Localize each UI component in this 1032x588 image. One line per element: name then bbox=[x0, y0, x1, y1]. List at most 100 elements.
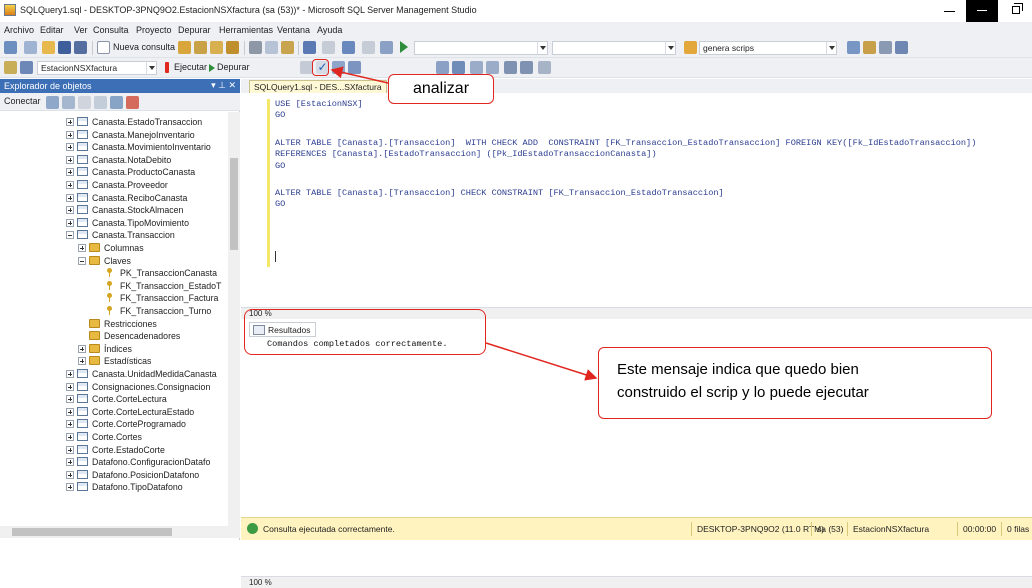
query-designer-icon[interactable] bbox=[348, 61, 361, 74]
menu-herramientas[interactable]: Herramientas bbox=[219, 25, 273, 35]
toolbox-icon[interactable] bbox=[879, 41, 892, 54]
tree-table-item[interactable]: Canasta.StockAlmacen bbox=[66, 204, 228, 216]
stop-icon[interactable] bbox=[78, 96, 91, 109]
find-in-files-icon[interactable] bbox=[684, 41, 697, 54]
connect-button[interactable]: Conectar bbox=[4, 96, 41, 106]
open-folder-icon[interactable] bbox=[42, 41, 55, 54]
tree-key-item[interactable]: FK_Transaccion_Factura bbox=[94, 292, 228, 304]
tree-table-item[interactable]: Canasta.ReciboCanasta bbox=[66, 192, 228, 204]
menu-depurar[interactable]: Depurar bbox=[178, 25, 211, 35]
expand-toggle-icon[interactable] bbox=[66, 206, 74, 215]
tree-table-item[interactable]: Canasta.MovimientoInventario bbox=[66, 141, 228, 153]
tree-table-item[interactable]: Canasta.TipoMovimiento bbox=[66, 217, 228, 229]
tree-table-item[interactable]: Datafono.PosicionDatafono bbox=[66, 469, 228, 481]
tree-key-item[interactable]: FK_Transaccion_Turno bbox=[94, 305, 228, 317]
expand-toggle-icon[interactable] bbox=[66, 420, 74, 429]
new-query-button[interactable]: Nueva consulta bbox=[113, 42, 175, 52]
expand-toggle-icon[interactable] bbox=[66, 168, 74, 177]
pin-close-icons[interactable]: ▾ ⊥ ✕ bbox=[211, 80, 236, 91]
debug-button[interactable]: Depurar bbox=[217, 62, 250, 72]
expand-toggle-icon[interactable] bbox=[66, 433, 74, 441]
menu-ayuda[interactable]: Ayuda bbox=[317, 25, 342, 35]
expand-toggle-icon[interactable] bbox=[66, 143, 74, 152]
refresh-icon[interactable] bbox=[110, 96, 123, 109]
expand-toggle-icon[interactable] bbox=[66, 118, 74, 126]
tree-table-item[interactable]: Corte.CorteLectura bbox=[66, 393, 228, 405]
new-project-icon[interactable] bbox=[24, 41, 37, 54]
sql-code-area[interactable]: USE [EstacionNSX] GO ALTER TABLE [Canasta]… bbox=[241, 93, 1032, 311]
include-plan-icon[interactable] bbox=[436, 61, 449, 74]
activity-monitor-icon[interactable] bbox=[126, 96, 139, 109]
expand-toggle-icon[interactable] bbox=[66, 407, 74, 416]
tree-folder-item[interactable]: Estadísticas bbox=[78, 355, 228, 367]
tree-key-item[interactable]: PK_TransaccionCanasta bbox=[94, 267, 228, 279]
window-layout-icon[interactable] bbox=[895, 41, 908, 54]
explorer-horizontal-scrollbar[interactable] bbox=[0, 526, 240, 538]
comment-icon[interactable] bbox=[470, 61, 483, 74]
collapse-toggle-icon[interactable] bbox=[66, 231, 74, 240]
explorer-vertical-scrollbar[interactable] bbox=[228, 112, 240, 526]
tree-table-item[interactable]: Canasta.EstadoTransaccion bbox=[66, 116, 228, 128]
tree-table-item[interactable]: Canasta.NotaDebito bbox=[66, 154, 228, 166]
expand-toggle-icon[interactable] bbox=[66, 470, 74, 479]
find-combo[interactable]: genera scrips bbox=[699, 41, 837, 55]
menu-ventana[interactable]: Ventana bbox=[277, 25, 310, 35]
expand-toggle-icon[interactable] bbox=[66, 483, 74, 492]
expand-toggle-icon[interactable] bbox=[66, 382, 74, 391]
tree-table-item[interactable]: Canasta.UnidadMedidaCanasta bbox=[66, 368, 228, 380]
solution-platforms-combo[interactable] bbox=[552, 41, 676, 55]
tree-table-item[interactable]: Canasta.Transaccion bbox=[66, 229, 228, 241]
increase-indent-icon[interactable] bbox=[520, 61, 533, 74]
new-query-icon[interactable] bbox=[97, 41, 110, 54]
expand-toggle-icon[interactable] bbox=[66, 181, 74, 189]
expand-toggle-icon[interactable] bbox=[66, 370, 74, 378]
tree-table-item[interactable]: Datafono.ConfiguracionDatafo bbox=[66, 456, 228, 468]
find-icon[interactable] bbox=[847, 41, 860, 54]
expand-toggle-icon[interactable] bbox=[66, 395, 74, 404]
results-zoom-level[interactable]: 100 % bbox=[249, 578, 272, 587]
undo-icon[interactable] bbox=[303, 41, 316, 54]
menu-proyecto[interactable]: Proyecto bbox=[136, 25, 172, 35]
tree-table-item[interactable]: Corte.Cortes bbox=[66, 431, 228, 443]
tree-folder-item[interactable]: Índices bbox=[78, 343, 228, 355]
solution-config-icon[interactable] bbox=[380, 41, 393, 54]
tree-folder-item[interactable]: Restricciones bbox=[78, 318, 228, 330]
dmx-query-icon[interactable] bbox=[226, 41, 239, 54]
object-explorer-icon[interactable] bbox=[4, 61, 17, 74]
properties-icon[interactable] bbox=[863, 41, 876, 54]
save-icon[interactable] bbox=[58, 41, 71, 54]
expand-toggle-icon[interactable] bbox=[66, 445, 74, 454]
tree-table-item[interactable]: Corte.CorteLecturaEstado bbox=[66, 406, 228, 418]
minimize-button[interactable] bbox=[934, 0, 966, 22]
menu-consulta[interactable]: Consulta bbox=[93, 25, 129, 35]
menu-editar[interactable]: Editar bbox=[40, 25, 64, 35]
collapse-toggle-icon[interactable] bbox=[78, 256, 86, 265]
display-plan-icon[interactable] bbox=[332, 61, 345, 74]
cut-icon[interactable] bbox=[249, 41, 262, 54]
execute-button[interactable]: Ejecutar bbox=[174, 62, 207, 72]
tree-table-item[interactable]: Corte.EstadoCorte bbox=[66, 444, 228, 456]
solution-configurations-combo[interactable] bbox=[414, 41, 548, 55]
navigate-forward-icon[interactable] bbox=[362, 41, 375, 54]
expand-toggle-icon[interactable] bbox=[66, 155, 74, 164]
decrease-indent-icon[interactable] bbox=[504, 61, 517, 74]
filter-icon[interactable] bbox=[94, 96, 107, 109]
tree-table-item[interactable]: Canasta.ManejoInventario bbox=[66, 129, 228, 141]
results-to-icon[interactable] bbox=[452, 61, 465, 74]
copy-icon[interactable] bbox=[265, 41, 278, 54]
restore-button[interactable] bbox=[998, 0, 1032, 22]
expand-toggle-icon[interactable] bbox=[78, 357, 86, 366]
tree-table-item[interactable]: Corte.CorteProgramado bbox=[66, 418, 228, 430]
redo-icon[interactable] bbox=[322, 41, 335, 54]
database-selector[interactable]: EstacionNSXfactura bbox=[37, 61, 157, 75]
tab-sqlquery1[interactable]: SQLQuery1.sql - DES...SXfactura bbox=[249, 80, 387, 93]
expand-toggle-icon[interactable] bbox=[78, 244, 86, 252]
uncomment-icon[interactable] bbox=[486, 61, 499, 74]
disconnect-icon[interactable] bbox=[62, 96, 75, 109]
start-icon[interactable] bbox=[400, 41, 408, 53]
tree-table-item[interactable]: Canasta.ProductoCanasta bbox=[66, 166, 228, 178]
expand-toggle-icon[interactable] bbox=[66, 193, 74, 202]
tree-table-item[interactable]: Datafono.TipoDatafono bbox=[66, 481, 228, 493]
tree-table-item[interactable]: Consignaciones.Consignacion bbox=[66, 381, 228, 393]
save-all-icon[interactable] bbox=[74, 41, 87, 54]
